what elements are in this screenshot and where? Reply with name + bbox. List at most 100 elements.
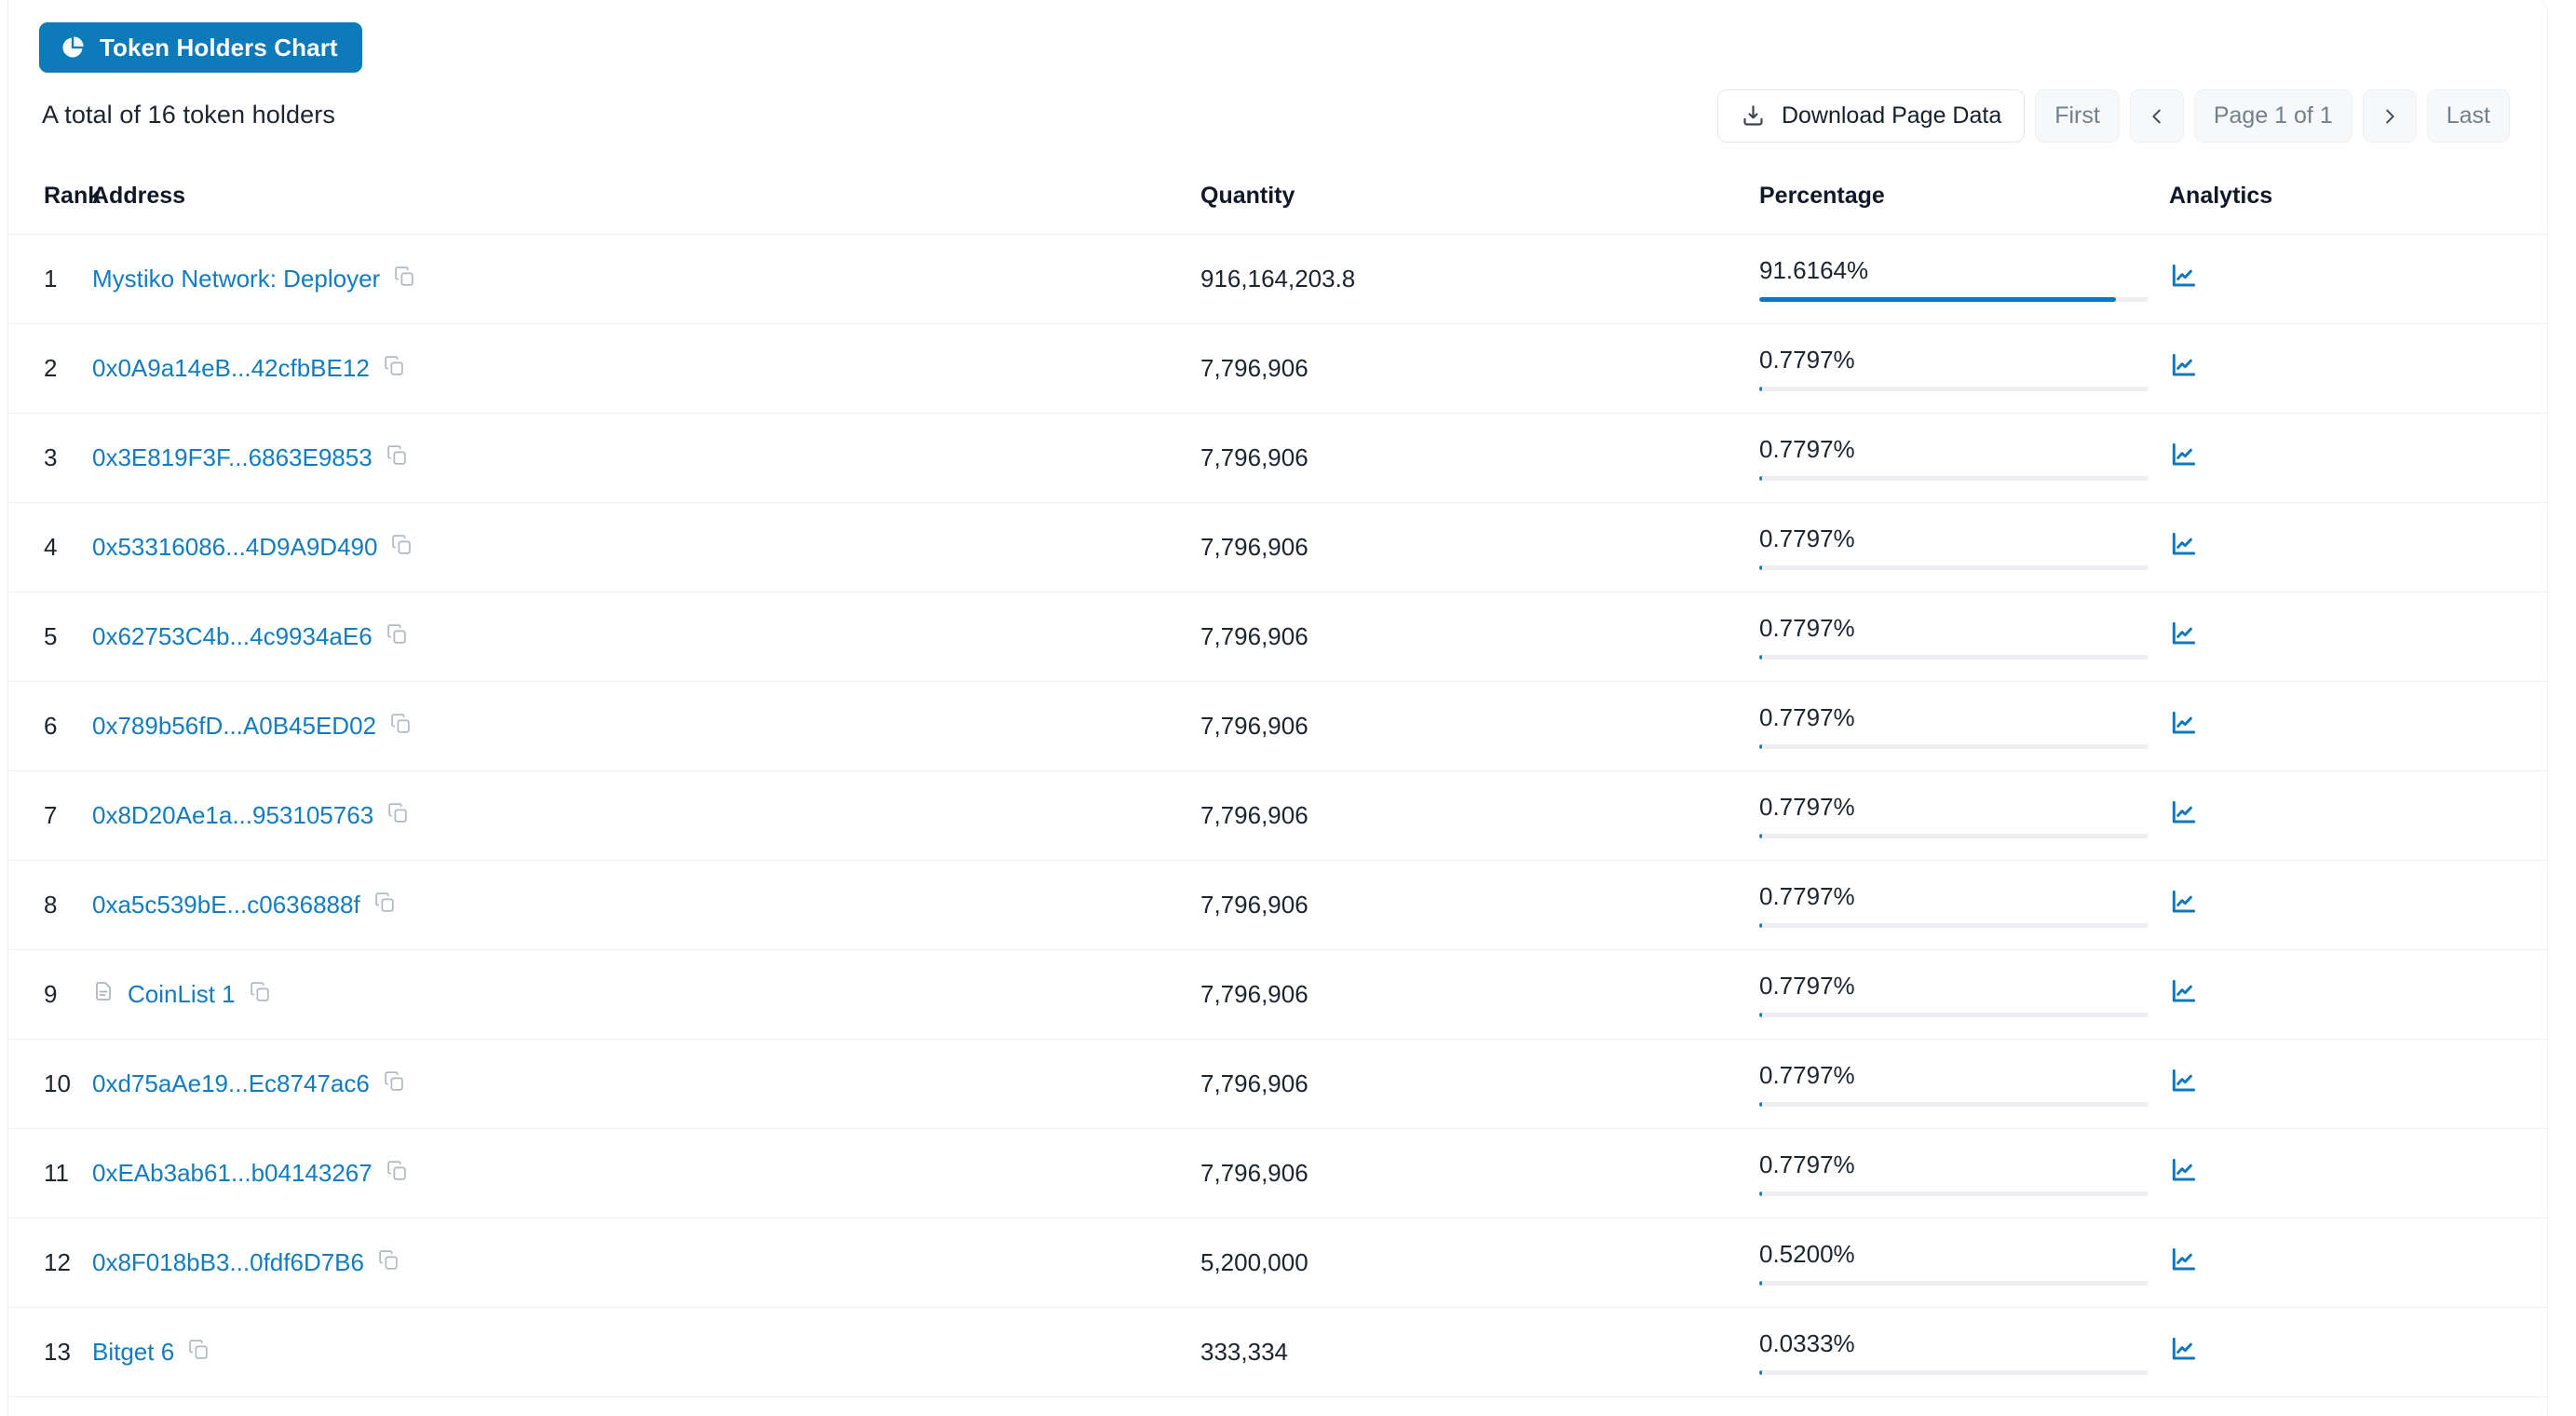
analytics-chart-icon[interactable] [2169, 976, 2547, 1013]
address-link[interactable]: Bitget 6 [92, 1338, 174, 1367]
quantity-value: 333,334 [1200, 1338, 1288, 1366]
cell-address: 0x8D20Ae1a...953105763 [92, 770, 1200, 861]
analytics-chart-icon[interactable] [2169, 797, 2547, 834]
address-link[interactable]: 0xd75aAe19...Ec8747ac6 [92, 1069, 370, 1098]
pagination-next-button[interactable] [2362, 89, 2417, 143]
cell-rank: 10 [8, 1039, 92, 1129]
copy-icon[interactable] [373, 891, 397, 920]
table-row: 7 0x8D20Ae1a...953105763 7,796,906 0.7797% [8, 770, 2547, 861]
table-row: 10 0xd75aAe19...Ec8747ac6 7,796,906 0.7797% [8, 1039, 2547, 1129]
download-icon [1741, 103, 1766, 129]
download-page-data-button[interactable]: Download Page Data [1716, 89, 2026, 143]
copy-icon[interactable] [377, 1248, 400, 1278]
address-link[interactable]: 0x0A9a14eB...42cfbBE12 [92, 354, 370, 383]
cell-address: 0x3E819F3F...6863E9853 [92, 413, 1200, 503]
cell-quantity: 5,200,000 [1200, 1218, 1759, 1308]
rank-value: 5 [44, 622, 58, 650]
download-page-data-label: Download Page Data [1781, 102, 2002, 129]
address-link[interactable]: 0x53316086...4D9A9D490 [92, 533, 377, 562]
copy-icon[interactable] [249, 980, 272, 1010]
table-row: 2 0x0A9a14eB...42cfbBE12 7,796,906 0.7797% [8, 323, 2547, 414]
address-link[interactable]: 0x789b56fD...A0B45ED02 [92, 712, 376, 741]
cell-rank: 13 [8, 1307, 92, 1397]
pagination-page-indicator[interactable]: Page 1 of 1 [2193, 89, 2352, 143]
token-holders-card: Token Holders Chart A total of 16 token … [7, 0, 2548, 1416]
cell-rank: 4 [8, 502, 92, 592]
cell-quantity: 333,334 [1200, 1307, 1759, 1397]
analytics-chart-icon[interactable] [2169, 440, 2547, 476]
cell-analytics [2169, 502, 2547, 592]
table-row: 6 0x789b56fD...A0B45ED02 7,796,906 0.7797% [8, 681, 2547, 771]
cell-analytics [2169, 1039, 2547, 1129]
analytics-chart-icon[interactable] [2169, 1155, 2547, 1191]
cell-analytics [2169, 681, 2547, 771]
address-link[interactable]: CoinList 1 [128, 980, 236, 1009]
percentage-value: 91.6164% [1759, 256, 1869, 284]
cell-address: 0x53316086...4D9A9D490 [92, 502, 1200, 592]
analytics-chart-icon[interactable] [2169, 708, 2547, 744]
cell-quantity: 7,796,906 [1200, 1039, 1759, 1129]
copy-icon[interactable] [386, 443, 409, 473]
cell-percentage: 0.5200% [1759, 1218, 2169, 1308]
analytics-chart-icon[interactable] [2169, 350, 2547, 387]
pagination-first-button[interactable]: First [2035, 89, 2120, 143]
token-holders-chart-button[interactable]: Token Holders Chart [39, 22, 362, 73]
cell-address: Mystiko Network: Deployer [92, 234, 1200, 324]
percentage-value: 0.7797% [1759, 614, 1855, 642]
analytics-chart-icon[interactable] [2169, 619, 2547, 655]
cell-rank: 8 [8, 860, 92, 950]
quantity-value: 7,796,906 [1200, 354, 1308, 382]
pagination-last-button[interactable]: Last [2426, 89, 2510, 143]
percentage-bar [1759, 1102, 2149, 1107]
copy-icon[interactable] [187, 1338, 210, 1368]
cell-rank: 2 [8, 323, 92, 414]
percentage-bar [1759, 476, 2149, 481]
percentage-bar-fill [1759, 387, 1763, 391]
analytics-chart-icon[interactable] [2169, 529, 2547, 565]
copy-icon[interactable] [383, 354, 406, 384]
address-link[interactable]: 0x62753C4b...4c9934aE6 [92, 622, 373, 651]
address-link[interactable]: 0x8F018bB3...0fdf6D7B6 [92, 1248, 364, 1277]
column-header-percentage: Percentage [1759, 164, 2169, 235]
address-link[interactable]: 0x3E819F3F...6863E9853 [92, 443, 373, 472]
copy-icon[interactable] [386, 1159, 409, 1189]
percentage-value: 0.7797% [1759, 524, 1855, 552]
table-row: 5 0x62753C4b...4c9934aE6 7,796,906 0.7797% [8, 592, 2547, 682]
analytics-chart-icon[interactable] [2169, 1334, 2547, 1370]
percentage-value: 0.0333% [1759, 1329, 1855, 1357]
address-link[interactable]: Mystiko Network: Deployer [92, 265, 380, 293]
analytics-chart-icon[interactable] [2169, 1066, 2547, 1102]
percentage-bar [1759, 387, 2149, 391]
cell-analytics [2169, 860, 2547, 950]
quantity-value: 5,200,000 [1200, 1248, 1308, 1276]
cell-analytics [2169, 1218, 2547, 1308]
rank-value: 12 [44, 1248, 71, 1276]
address-link[interactable]: 0xa5c539bE...c0636888f [92, 891, 360, 919]
analytics-chart-icon[interactable] [2169, 887, 2547, 923]
column-header-address: Address [92, 164, 1200, 235]
copy-icon[interactable] [386, 622, 409, 652]
rank-value: 4 [44, 533, 58, 561]
cell-percentage: 0.7797% [1759, 1039, 2169, 1129]
cell-address: 0x0A9a14eB...42cfbBE12 [92, 323, 1200, 414]
analytics-chart-icon[interactable] [2169, 1245, 2547, 1281]
analytics-chart-icon[interactable] [2169, 261, 2547, 297]
copy-icon[interactable] [383, 1069, 406, 1099]
cell-address: 0xa5c539bE...c0636888f [92, 860, 1200, 950]
cell-percentage: 0.7797% [1759, 681, 2169, 771]
cell-address: 0x8F018bB3...0fdf6D7B6 [92, 1218, 1200, 1308]
percentage-bar-fill [1759, 923, 1763, 928]
table-row: 1 Mystiko Network: Deployer 916,164,203.8 9… [8, 234, 2547, 324]
address-link[interactable]: 0x8D20Ae1a...953105763 [92, 801, 373, 830]
copy-icon[interactable] [393, 265, 416, 294]
pagination-prev-button[interactable] [2129, 89, 2184, 143]
copy-icon[interactable] [390, 533, 414, 563]
cell-analytics [2169, 949, 2547, 1040]
copy-icon[interactable] [389, 712, 413, 742]
cell-rank: 9 [8, 949, 92, 1040]
rank-value: 10 [44, 1069, 71, 1097]
cell-address: 0x62753C4b...4c9934aE6 [92, 592, 1200, 682]
copy-icon[interactable] [386, 801, 410, 831]
cell-quantity: 7,796,906 [1200, 681, 1759, 771]
address-link[interactable]: 0xEAb3ab61...b04143267 [92, 1159, 373, 1188]
